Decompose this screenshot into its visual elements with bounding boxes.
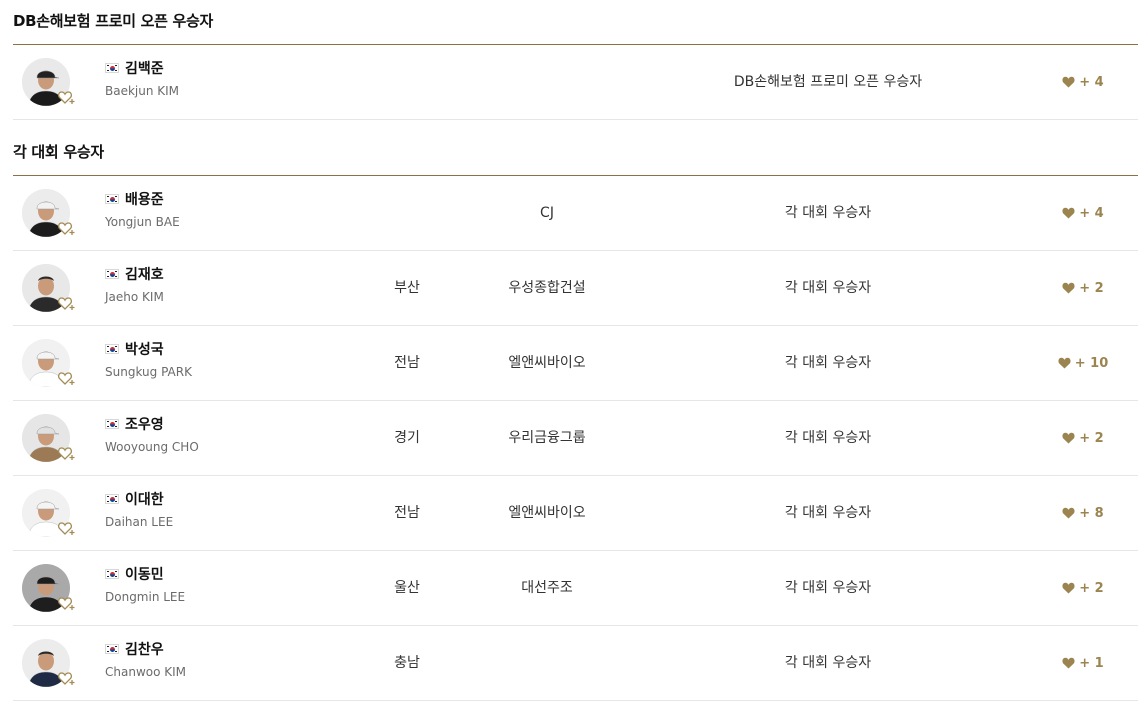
like-count-button[interactable]: + 2 [1048, 251, 1118, 325]
like-count-button[interactable]: + 10 [1048, 326, 1118, 400]
like-count-button[interactable]: + 2 [1048, 551, 1118, 625]
heart-plus-icon[interactable] [58, 670, 76, 686]
heart-plus-icon[interactable] [58, 445, 76, 461]
korea-flag-icon [105, 494, 119, 504]
player-category: 각 대회 우승자 [784, 580, 872, 596]
player-region: 전남 [394, 355, 420, 371]
heart-icon [1062, 76, 1075, 88]
like-count: + 10 [1074, 355, 1109, 371]
player-category: DB손해보험 프로미 오픈 우승자 [733, 74, 923, 90]
korea-flag-icon [105, 194, 119, 204]
player-info: 박성국 Sungkug PARK [105, 339, 192, 379]
player-row: 조우영 Wooyoung CHO 경기 우리금융그룹 각 대회 우승자 + 2 [13, 401, 1138, 476]
like-count: + 2 [1079, 580, 1104, 596]
player-sponsor [467, 626, 627, 700]
player-name-english[interactable]: Baekjun KIM [105, 84, 179, 98]
player-name-english[interactable]: Sungkug PARK [105, 365, 192, 379]
heart-plus-icon[interactable] [58, 370, 76, 386]
player-region: 충남 [394, 655, 420, 671]
player-info: 배용준 Yongjun BAE [105, 189, 180, 229]
player-name-korean[interactable]: 김재호 [125, 264, 164, 284]
heart-plus-icon[interactable] [58, 220, 76, 236]
player-row: 김재호 Jaeho KIM 부산 우성종합건설 각 대회 우승자 + 2 [13, 251, 1138, 326]
like-count: + 2 [1079, 280, 1104, 296]
heart-icon [1062, 507, 1075, 519]
player-name-korean[interactable]: 김찬우 [125, 639, 164, 659]
player-name-english[interactable]: Yongjun BAE [105, 215, 180, 229]
korea-flag-icon [105, 569, 119, 579]
player-category: 각 대회 우승자 [784, 430, 872, 446]
korea-flag-icon [105, 419, 119, 429]
player-sponsor [467, 45, 627, 119]
korea-flag-icon [105, 63, 119, 73]
section-title-db-promy: DB손해보험 프로미 오픈 우승자 [13, 12, 214, 30]
player-info: 이대한 Daihan LEE [105, 489, 173, 529]
player-row: 김찬우 Chanwoo KIM 충남 각 대회 우승자 + 1 [13, 626, 1138, 701]
like-count: + 4 [1079, 205, 1104, 221]
player-info: 김백준 Baekjun KIM [105, 58, 179, 98]
player-name-korean[interactable]: 이동민 [125, 564, 164, 584]
player-name-english[interactable]: Jaeho KIM [105, 290, 164, 304]
player-row: 배용준 Yongjun BAE CJ 각 대회 우승자 + 4 [13, 176, 1138, 251]
like-count: + 8 [1079, 505, 1104, 521]
winners-list: DB손해보험 프로미 오픈 우승자 김백준 Baekjun KIM DB손해보험… [0, 0, 1147, 709]
player-name-korean[interactable]: 김백준 [125, 58, 164, 78]
like-count: + 4 [1079, 74, 1104, 90]
player-sponsor: 대선주조 [521, 580, 573, 596]
heart-plus-icon[interactable] [58, 295, 76, 311]
like-count-button[interactable]: + 4 [1048, 176, 1118, 250]
like-count-button[interactable]: + 8 [1048, 476, 1118, 550]
player-info: 이동민 Dongmin LEE [105, 564, 185, 604]
section-title-tournament-winners: 각 대회 우승자 [13, 143, 104, 161]
korea-flag-icon [105, 269, 119, 279]
player-region: 부산 [394, 280, 420, 296]
player-name-korean[interactable]: 조우영 [125, 414, 164, 434]
heart-plus-icon[interactable] [58, 595, 76, 611]
player-region [373, 176, 441, 250]
player-region: 울산 [394, 580, 420, 596]
player-name-english[interactable]: Dongmin LEE [105, 590, 185, 604]
heart-icon [1062, 582, 1075, 594]
player-category: 각 대회 우승자 [784, 280, 872, 296]
heart-icon [1062, 657, 1075, 669]
player-sponsor: 엘앤씨바이오 [508, 505, 586, 521]
heart-icon [1062, 282, 1075, 294]
player-sponsor: CJ [540, 205, 554, 221]
like-count-button[interactable]: + 2 [1048, 401, 1118, 475]
player-name-english[interactable]: Daihan LEE [105, 515, 173, 529]
heart-icon [1058, 357, 1071, 369]
player-row: 김백준 Baekjun KIM DB손해보험 프로미 오픈 우승자 + 4 [13, 45, 1138, 120]
player-category: 각 대회 우승자 [784, 205, 872, 221]
player-name-korean[interactable]: 이대한 [125, 489, 164, 509]
like-count: + 2 [1079, 430, 1104, 446]
player-region: 경기 [394, 430, 420, 446]
player-sponsor: 우성종합건설 [508, 280, 586, 296]
heart-icon [1062, 432, 1075, 444]
player-name-korean[interactable]: 배용준 [125, 189, 164, 209]
player-category: 각 대회 우승자 [784, 355, 872, 371]
like-count: + 1 [1079, 655, 1104, 671]
player-region: 전남 [394, 505, 420, 521]
player-region [373, 45, 441, 119]
player-name-english[interactable]: Wooyoung CHO [105, 440, 199, 454]
heart-plus-icon[interactable] [58, 89, 76, 105]
player-name-english[interactable]: Chanwoo KIM [105, 665, 186, 679]
player-row: 이동민 Dongmin LEE 울산 대선주조 각 대회 우승자 + 2 [13, 551, 1138, 626]
player-info: 김찬우 Chanwoo KIM [105, 639, 186, 679]
player-sponsor: 우리금융그룹 [508, 430, 586, 446]
player-row: 박성국 Sungkug PARK 전남 엘앤씨바이오 각 대회 우승자 + 10 [13, 326, 1138, 401]
player-sponsor: 엘앤씨바이오 [508, 355, 586, 371]
player-info: 김재호 Jaeho KIM [105, 264, 164, 304]
player-category: 각 대회 우승자 [784, 505, 872, 521]
heart-icon [1062, 207, 1075, 219]
heart-plus-icon[interactable] [58, 520, 76, 536]
player-row: 이대한 Daihan LEE 전남 엘앤씨바이오 각 대회 우승자 + 8 [13, 476, 1138, 551]
korea-flag-icon [105, 644, 119, 654]
korea-flag-icon [105, 344, 119, 354]
player-info: 조우영 Wooyoung CHO [105, 414, 199, 454]
player-name-korean[interactable]: 박성국 [125, 339, 164, 359]
like-count-button[interactable]: + 1 [1048, 626, 1118, 700]
player-category: 각 대회 우승자 [784, 655, 872, 671]
like-count-button[interactable]: + 4 [1048, 45, 1118, 119]
